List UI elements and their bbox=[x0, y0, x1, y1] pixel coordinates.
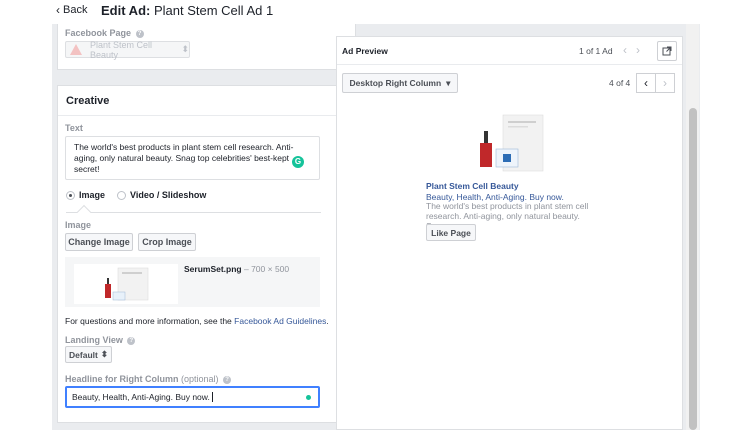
help-icon[interactable]: ? bbox=[135, 29, 144, 38]
ad-pager: 1 of 1 Ad bbox=[579, 46, 613, 56]
page-title-name: Plant Stem Cell Ad 1 bbox=[153, 3, 274, 18]
headline-optional: (optional) bbox=[181, 374, 219, 384]
page-title-prefix: Edit Ad: bbox=[101, 3, 151, 18]
image-label: Image bbox=[65, 220, 92, 230]
change-image-button[interactable]: Change Image bbox=[65, 233, 133, 251]
headline-input[interactable]: Beauty, Health, Anti-Aging. Buy now. bbox=[65, 386, 320, 408]
like-page-button[interactable]: Like Page bbox=[426, 224, 476, 241]
landing-view-label-text: Landing View bbox=[65, 335, 123, 345]
ad-preview-section: Ad Preview 1 of 1 Ad ‹ › Desktop Right C… bbox=[336, 36, 683, 430]
scrollbar-thumb[interactable] bbox=[689, 108, 697, 430]
format-divider bbox=[66, 212, 321, 213]
format-option-video[interactable]: Video / Slideshow bbox=[117, 190, 206, 200]
placement-count: 4 of 4 bbox=[609, 78, 631, 88]
chevron-left-icon: ‹ bbox=[644, 76, 648, 90]
text-cursor bbox=[211, 392, 213, 402]
serum-product-image bbox=[480, 114, 544, 172]
back-button[interactable]: ‹ Back bbox=[56, 4, 87, 16]
placement-value: Desktop Right Column bbox=[349, 78, 442, 88]
guidelines-prefix: For questions and more information, see … bbox=[65, 316, 232, 326]
ad-preview-title: Ad Preview bbox=[342, 46, 388, 56]
format-option-image[interactable]: Image bbox=[66, 190, 105, 200]
chevron-right-icon[interactable]: › bbox=[636, 43, 640, 57]
external-link-button[interactable] bbox=[657, 41, 677, 61]
facebook-page-select[interactable]: Plant Stem Cell Beauty ⬍ bbox=[65, 39, 190, 60]
ad-text-field[interactable]: The world's best products in plant stem … bbox=[65, 136, 320, 180]
grammarly-status-icon bbox=[306, 395, 311, 400]
image-file-dimensions: – 700 × 500 bbox=[241, 264, 290, 274]
ad-preview-page-name[interactable]: Plant Stem Cell Beauty bbox=[426, 181, 519, 191]
warning-icon bbox=[70, 44, 82, 55]
grammarly-icon[interactable]: G bbox=[292, 156, 304, 168]
format-option-video-label: Video / Slideshow bbox=[130, 190, 207, 200]
format-option-image-label: Image bbox=[79, 190, 106, 200]
image-thumbnail bbox=[74, 264, 178, 304]
facebook-page-selected: Plant Stem Cell Beauty bbox=[90, 39, 153, 60]
headline-label: Headline for Right Column (optional) ? bbox=[65, 374, 232, 384]
help-icon[interactable]: ? bbox=[223, 375, 232, 384]
landing-view-label: Landing View ? bbox=[65, 335, 136, 345]
creative-header: Creative bbox=[58, 86, 355, 116]
ad-preview-header: Ad Preview 1 of 1 Ad ‹ › bbox=[337, 37, 682, 65]
serum-product-image bbox=[105, 267, 149, 301]
headline-input-value: Beauty, Health, Anti-Aging. Buy now. bbox=[72, 392, 210, 402]
ad-preview-image[interactable] bbox=[465, 111, 549, 177]
select-caret-icon: ⬍ bbox=[181, 44, 189, 54]
top-bar: ‹ Back Edit Ad: Plant Stem Cell Ad 1 bbox=[0, 0, 751, 24]
guidelines-note: For questions and more information, see … bbox=[65, 316, 329, 326]
facebook-page-label: Facebook Page ? bbox=[65, 28, 144, 38]
placement-next-button[interactable]: › bbox=[655, 73, 675, 93]
image-file-name: SerumSet.png – 700 × 500 bbox=[184, 264, 289, 274]
chevron-right-icon: › bbox=[663, 76, 667, 90]
creative-heading: Creative bbox=[66, 95, 110, 107]
placement-prev-button[interactable]: ‹ bbox=[636, 73, 656, 93]
placement-select[interactable]: Desktop Right Column ▾ bbox=[342, 73, 458, 93]
guidelines-suffix: . bbox=[326, 316, 329, 326]
select-caret-icon: ⬍ bbox=[100, 349, 108, 359]
image-panel: SerumSet.png – 700 × 500 bbox=[65, 257, 320, 307]
format-tab-caret bbox=[76, 204, 92, 220]
headline-label-text: Headline for Right Column bbox=[65, 374, 179, 384]
page-title: Edit Ad: Plant Stem Cell Ad 1 bbox=[101, 3, 273, 18]
facebook-page-section: Facebook Page ? Plant Stem Cell Beauty ⬍ bbox=[57, 24, 356, 70]
help-icon[interactable]: ? bbox=[127, 336, 136, 345]
image-file-name-text: SerumSet.png bbox=[184, 264, 242, 274]
external-link-icon bbox=[662, 46, 672, 56]
ad-guidelines-link[interactable]: Facebook Ad Guidelines bbox=[234, 316, 326, 326]
back-label: Back bbox=[63, 4, 88, 16]
chevron-left-icon: ‹ bbox=[56, 3, 60, 17]
text-label: Text bbox=[65, 123, 83, 133]
landing-view-value: Default bbox=[69, 349, 98, 360]
facebook-page-label-text: Facebook Page bbox=[65, 28, 132, 38]
format-options: Image Video / Slideshow bbox=[66, 190, 206, 200]
crop-image-button[interactable]: Crop Image bbox=[138, 233, 196, 251]
caret-down-icon: ▾ bbox=[446, 77, 451, 88]
landing-view-select[interactable]: Default ⬍ bbox=[65, 346, 112, 363]
radio-selected-icon bbox=[66, 190, 75, 200]
creative-section: Creative Text The world's best products … bbox=[57, 85, 356, 423]
chevron-left-icon[interactable]: ‹ bbox=[623, 43, 627, 57]
radio-unselected-icon bbox=[117, 190, 127, 200]
